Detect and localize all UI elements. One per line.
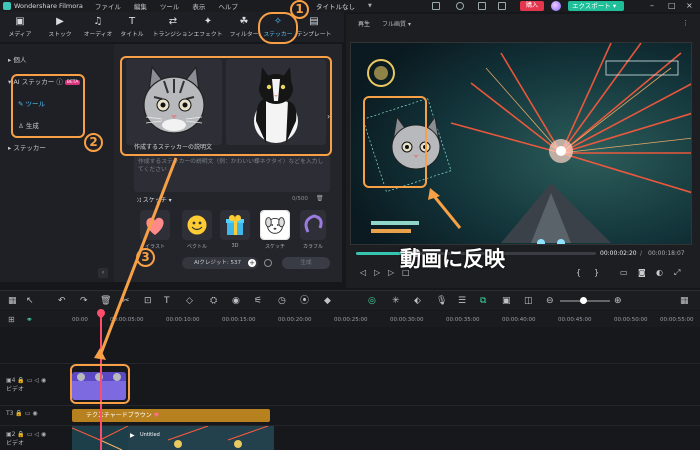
annotation-caption: 動画に反映 xyxy=(400,247,505,271)
arrow-head xyxy=(94,348,106,360)
annotation-arrows xyxy=(94,157,462,360)
